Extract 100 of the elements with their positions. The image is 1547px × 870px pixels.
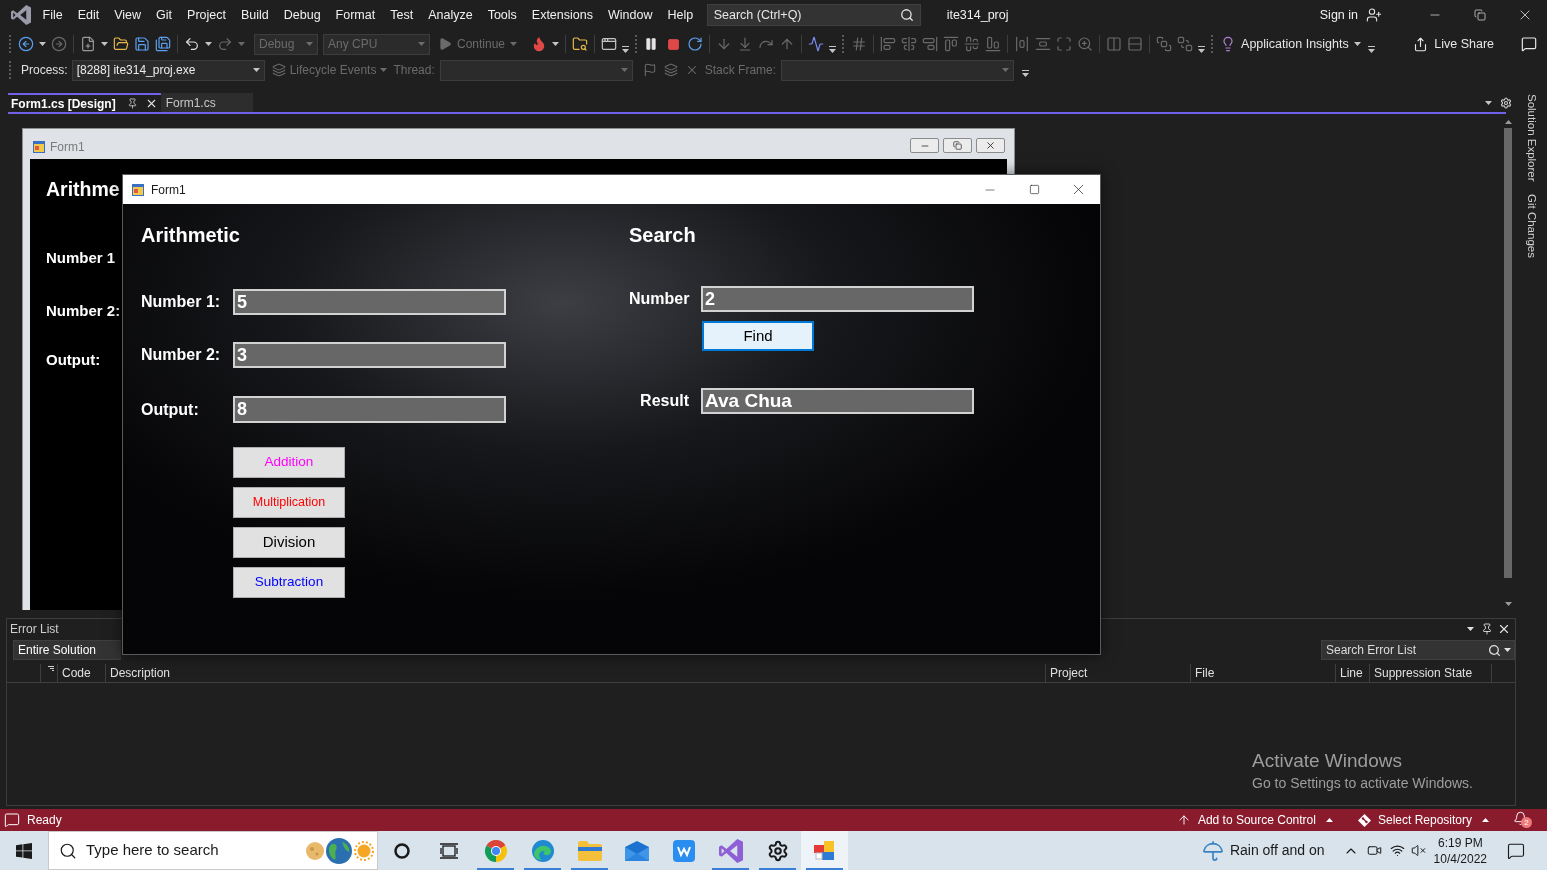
overflow-icon[interactable] xyxy=(1198,46,1206,53)
columns-icon[interactable] xyxy=(1106,36,1123,52)
camera-icon[interactable] xyxy=(1366,843,1382,858)
menu-item[interactable]: Test xyxy=(382,2,421,28)
align-middle-icon[interactable] xyxy=(964,36,981,52)
search-icon[interactable] xyxy=(899,8,914,22)
document-tab[interactable]: Form1.cs xyxy=(160,93,253,112)
caret-icon[interactable] xyxy=(552,42,560,46)
menu-item[interactable]: Tools xyxy=(480,2,525,28)
window-icon[interactable] xyxy=(601,36,618,52)
pin-icon[interactable] xyxy=(126,98,138,109)
zoom-icon[interactable] xyxy=(1077,36,1094,52)
source-control-button[interactable]: Add to Source Control xyxy=(1176,811,1333,829)
pulse-icon[interactable] xyxy=(808,36,825,52)
input-field[interactable]: 2 xyxy=(701,286,974,312)
column-header[interactable]: Code xyxy=(62,664,91,682)
input-field[interactable]: 5 xyxy=(233,289,506,315)
folder-icon[interactable] xyxy=(113,36,129,52)
caret-icon[interactable] xyxy=(205,42,212,46)
align-left-icon[interactable] xyxy=(880,36,897,52)
overflow-icon[interactable] xyxy=(1367,46,1375,53)
search-icon[interactable] xyxy=(59,841,77,860)
ribbon-logo-icon[interactable] xyxy=(11,5,31,25)
caret-icon[interactable] xyxy=(1353,42,1361,46)
input-field[interactable]: 3 xyxy=(233,342,506,368)
weather-button[interactable]: Rain off and on xyxy=(1197,831,1329,870)
error-search-field[interactable]: Search Error List xyxy=(1321,640,1515,660)
find-button[interactable]: Find xyxy=(702,321,814,351)
menu-item[interactable]: Help xyxy=(659,2,701,28)
save-all-icon[interactable] xyxy=(155,36,171,52)
flag-icon[interactable] xyxy=(642,63,657,77)
caret-icon[interactable] xyxy=(39,42,46,46)
menu-item[interactable]: Git xyxy=(148,2,180,28)
overflow-icon[interactable] xyxy=(829,46,837,53)
bell-icon[interactable] xyxy=(1513,811,1528,826)
caret-icon[interactable] xyxy=(1504,648,1511,652)
align-center-icon[interactable] xyxy=(901,36,918,52)
menu-item[interactable]: Extensions xyxy=(524,2,601,28)
close-icon[interactable] xyxy=(1497,622,1511,636)
search-field[interactable]: Search (Ctrl+Q) xyxy=(706,4,921,26)
caret-icon[interactable] xyxy=(1482,818,1489,822)
caret-icon[interactable] xyxy=(1325,818,1333,822)
folder-search-icon[interactable] xyxy=(572,36,589,52)
person-plus-icon[interactable] xyxy=(1366,7,1382,23)
input-field[interactable]: Ava Chua xyxy=(701,388,974,414)
document-tab[interactable]: Form1.cs [Design] xyxy=(8,93,161,112)
pin-icon[interactable] xyxy=(1481,623,1493,635)
menu-item[interactable]: Window xyxy=(600,2,660,28)
column-header[interactable]: Line xyxy=(1340,664,1363,682)
sign-in-button[interactable]: Sign in xyxy=(1315,5,1362,25)
rows-icon[interactable] xyxy=(1127,36,1144,52)
menu-item[interactable]: Edit xyxy=(70,2,107,28)
ribbon-logo-icon[interactable] xyxy=(718,838,743,863)
forward-icon[interactable] xyxy=(51,36,67,52)
align-right-icon[interactable] xyxy=(922,36,939,52)
insights-button[interactable]: Application Insights xyxy=(1220,34,1361,54)
operation-button[interactable]: Subtraction xyxy=(233,567,345,598)
overflow-icon[interactable] xyxy=(1022,70,1030,77)
taskbar-search-field[interactable]: Type here to search xyxy=(48,831,378,870)
sort-icon[interactable] xyxy=(48,666,54,671)
caret-icon[interactable] xyxy=(1504,120,1512,124)
form-close-button[interactable] xyxy=(976,138,1005,153)
input-field[interactable]: 8 xyxy=(233,396,506,423)
caret-icon[interactable] xyxy=(1485,100,1492,105)
hash-icon[interactable] xyxy=(851,36,868,52)
form-maximize-button[interactable] xyxy=(943,138,972,153)
pause-icon[interactable] xyxy=(644,37,659,51)
restore-icon[interactable] xyxy=(1473,9,1486,21)
column-header[interactable]: Project xyxy=(1050,664,1088,682)
space-vertical-icon[interactable] xyxy=(1035,36,1052,52)
back-icon[interactable] xyxy=(18,36,34,52)
form-minimize-button[interactable] xyxy=(910,138,939,153)
align-bottom-icon[interactable] xyxy=(985,36,1002,52)
column-header[interactable]: File xyxy=(1195,664,1215,682)
share-icon[interactable] xyxy=(1413,36,1429,52)
notification-icon[interactable] xyxy=(1507,841,1525,860)
space-horizontal-icon[interactable] xyxy=(1014,36,1031,52)
menu-item[interactable]: Format xyxy=(328,2,383,28)
undo-icon[interactable] xyxy=(184,36,200,52)
overflow-icon[interactable] xyxy=(622,46,630,53)
menu-item[interactable]: Analyze xyxy=(420,2,481,28)
menu-item[interactable]: File xyxy=(35,2,71,28)
save-icon[interactable] xyxy=(134,36,150,52)
muted-speaker-icon[interactable] xyxy=(1410,843,1426,858)
align-top-icon[interactable] xyxy=(943,36,960,52)
maximize-icon[interactable] xyxy=(1028,184,1040,195)
column-header[interactable]: Description xyxy=(110,664,171,682)
process-dropdown[interactable]: [8288] ite314_proj.exe xyxy=(71,59,265,81)
column-header[interactable]: Suppression State xyxy=(1374,664,1473,682)
wifi-icon[interactable] xyxy=(1389,843,1405,858)
caret-icon[interactable] xyxy=(101,42,108,46)
caret-icon[interactable] xyxy=(1504,602,1512,606)
caret-icon[interactable] xyxy=(252,68,260,72)
restart-icon[interactable] xyxy=(687,36,704,52)
side-tab[interactable]: Git Changes xyxy=(1522,193,1541,258)
scope-dropdown[interactable]: Entire Solution xyxy=(13,640,121,660)
feedback-icon[interactable] xyxy=(1521,36,1537,52)
redo-icon[interactable] xyxy=(217,36,233,52)
search-icon[interactable] xyxy=(1488,643,1501,657)
operation-button[interactable]: Division xyxy=(233,527,345,558)
